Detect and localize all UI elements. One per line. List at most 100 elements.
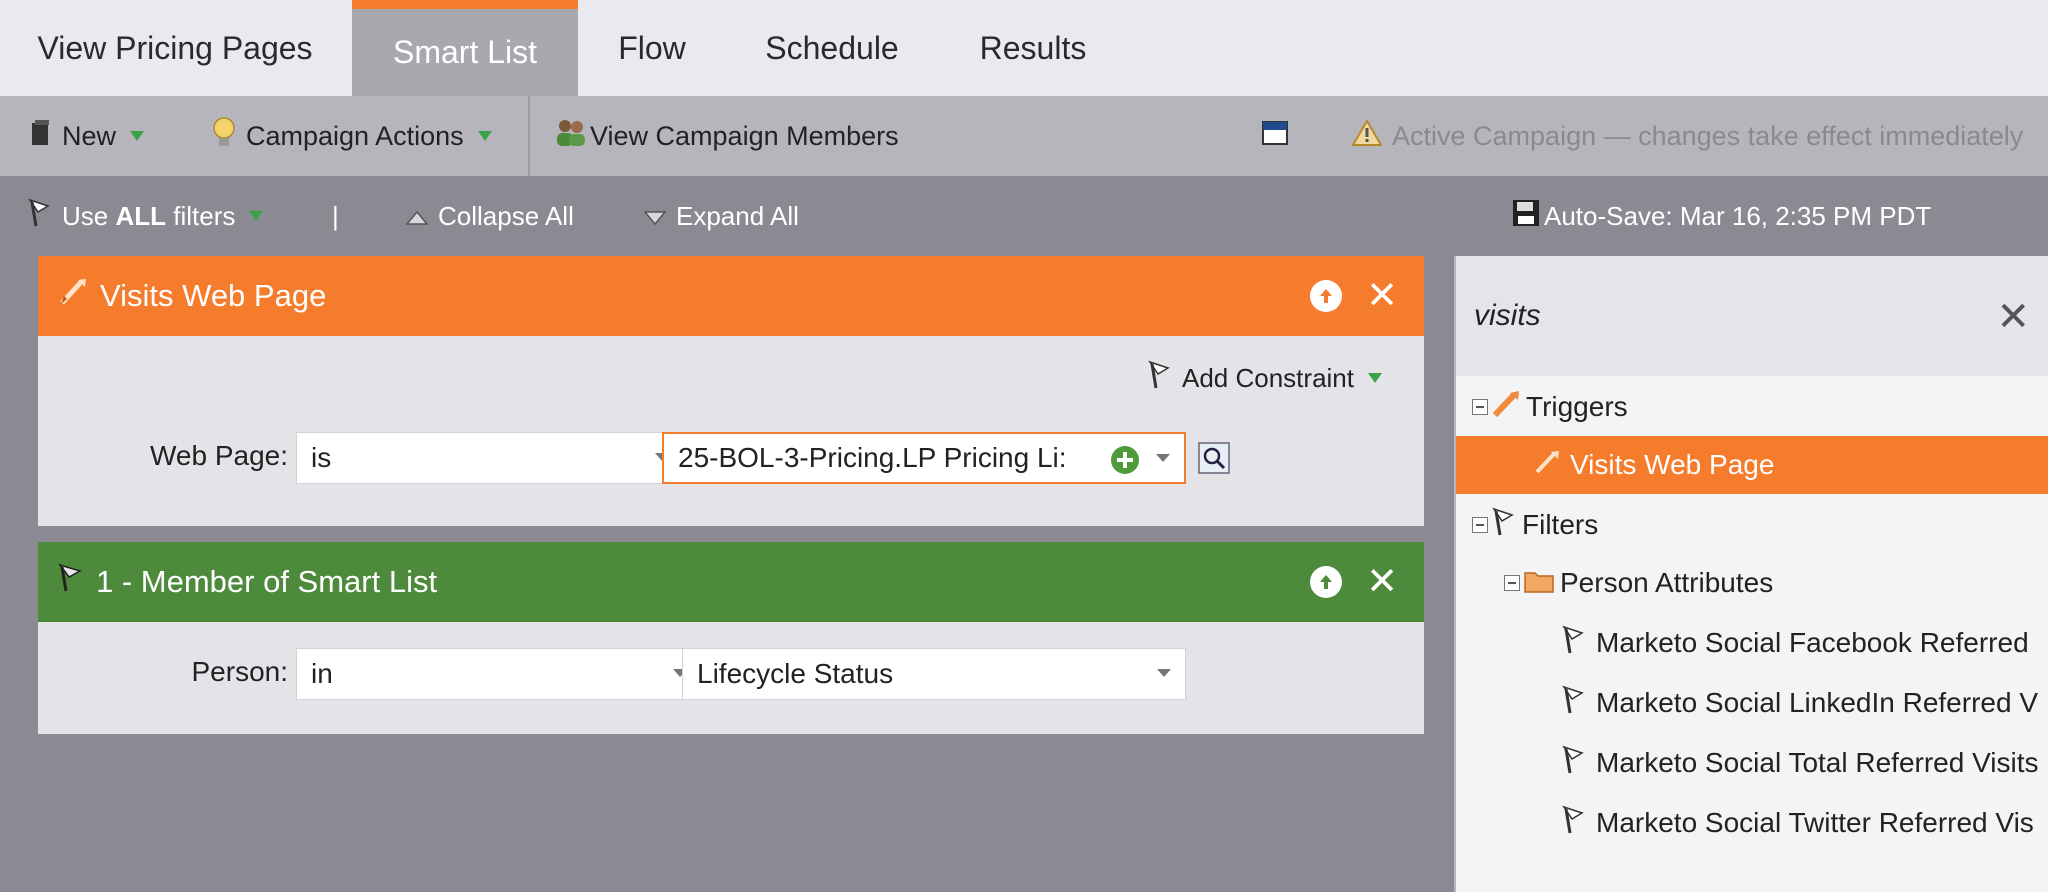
add-value-button[interactable]	[1110, 445, 1140, 482]
web-page-label: Web Page:	[149, 440, 288, 471]
tree-item-filter[interactable]: Marketo Social Facebook Referred	[1562, 614, 2029, 672]
window-button[interactable]	[1262, 96, 1288, 176]
campaign-actions-label: Campaign Actions	[246, 120, 464, 151]
filter-icon	[1148, 360, 1172, 397]
close-icon[interactable]: ✕	[1366, 277, 1398, 315]
chevron-down-icon	[1157, 669, 1171, 677]
chevron-down-icon	[477, 131, 492, 141]
person-operator-select[interactable]: in	[296, 648, 702, 700]
window-icon	[1262, 120, 1288, 152]
chevron-down-icon	[130, 131, 145, 141]
filter-item-label: Marketo Social Facebook Referred	[1596, 627, 2029, 658]
triggers-label: Triggers	[1526, 391, 1628, 422]
tab-label: Smart List	[392, 34, 538, 70]
collapse-toggle-icon[interactable]	[1472, 517, 1488, 533]
collapse-toggle-icon[interactable]	[1504, 575, 1520, 591]
filter-icon	[28, 198, 52, 235]
tree-node-person-attributes[interactable]: Person Attributes	[1504, 554, 1773, 612]
trigger-card-title: Visits Web Page	[100, 278, 327, 313]
tab-label: Schedule	[765, 29, 899, 66]
expand-all-label: Expand All	[676, 200, 799, 231]
collapse-toggle-icon[interactable]	[1472, 399, 1488, 415]
plus-circle-icon	[1111, 446, 1139, 474]
triangle-up-icon	[405, 201, 429, 232]
filter-card: 1 - Member of Smart List ✕ Person: in Li…	[38, 542, 1424, 734]
trigger-filter-panel: visits ✕ Triggers Visits Web Page Filter…	[1454, 256, 2048, 892]
warning-text: Active Campaign — changes take effect im…	[1392, 120, 2024, 151]
new-label: New	[62, 120, 117, 151]
filter-icon	[1492, 507, 1516, 544]
toolbar-divider	[528, 96, 530, 176]
filter-icon	[1562, 685, 1586, 722]
close-icon[interactable]: ✕	[1366, 563, 1398, 601]
panel-search-input[interactable]: visits ✕	[1456, 256, 2048, 376]
new-document-icon	[30, 119, 52, 154]
use-prefix: Use	[62, 200, 109, 231]
tab-schedule[interactable]: Schedule	[726, 0, 938, 96]
tab-flow[interactable]: Flow	[578, 0, 726, 96]
view-campaign-members-button[interactable]: View Campaign Members	[554, 96, 899, 176]
people-icon	[554, 118, 588, 155]
use-suffix: filters	[166, 200, 236, 231]
lookup-button[interactable]	[1198, 442, 1230, 479]
campaign-actions-button[interactable]: Campaign Actions	[212, 96, 492, 176]
person-value-select[interactable]: Lifecycle Status	[682, 648, 1186, 700]
view-campaign-members-label: View Campaign Members	[590, 120, 899, 151]
tree-item-filter[interactable]: Marketo Social Twitter Referred Vis	[1562, 794, 2034, 852]
toolbar: New Campaign Actions View Campaign Membe…	[0, 96, 2048, 176]
tab-results[interactable]: Results	[938, 0, 1128, 96]
trigger-card-header: Visits Web Page ✕	[38, 256, 1424, 336]
active-campaign-warning: Active Campaign — changes take effect im…	[1351, 96, 2024, 176]
tree-node-filters[interactable]: Filters	[1472, 496, 1598, 554]
trigger-item-label: Visits Web Page	[1570, 449, 1775, 480]
tree-node-triggers[interactable]: Triggers	[1472, 378, 1628, 436]
add-constraint-button[interactable]: Add Constraint	[1148, 358, 1382, 398]
collapse-all-label: Collapse All	[438, 200, 574, 231]
tree-item-filter[interactable]: Marketo Social Total Referred Visits	[1562, 734, 2039, 792]
tree-item-filter[interactable]: Marketo Social LinkedIn Referred V	[1562, 674, 2038, 732]
operator-value: is	[311, 442, 332, 473]
trigger-card-body: Add Constraint Web Page: is 25-BOL-3-Pri…	[38, 336, 1424, 526]
close-icon[interactable]: ✕	[1996, 294, 2030, 340]
use-filters-dropdown[interactable]: Use ALL filters	[28, 176, 264, 256]
filter-separator: |	[332, 200, 339, 231]
tab-view-pricing-pages[interactable]: View Pricing Pages	[0, 0, 350, 96]
chevron-down-icon	[1367, 373, 1382, 383]
person-value: Lifecycle Status	[697, 658, 894, 689]
triangle-down-icon	[643, 201, 667, 232]
tab-label: Results	[979, 29, 1087, 66]
trigger-icon	[58, 277, 88, 315]
tree-item-visits-web-page[interactable]: Visits Web Page	[1456, 436, 2048, 494]
arrow-up-icon	[1320, 289, 1333, 303]
arrow-up-icon	[1320, 575, 1333, 589]
expand-all-button[interactable]: Expand All	[643, 176, 799, 256]
web-page-value-select[interactable]: 25-BOL-3-Pricing.LP Pricing Li:	[662, 432, 1186, 484]
tab-smart-list[interactable]: Smart List	[352, 0, 578, 96]
trigger-icon	[1534, 449, 1560, 482]
new-button[interactable]: New	[30, 96, 145, 176]
tab-label: Flow	[618, 29, 686, 66]
web-page-value: 25-BOL-3-Pricing.LP Pricing Li:	[678, 442, 1067, 473]
filter-icon	[1562, 625, 1586, 662]
filter-card-actions: ✕	[1310, 542, 1398, 622]
auto-save-text: Auto-Save: Mar 16, 2:35 PM PDT	[1544, 200, 1932, 231]
move-up-button[interactable]	[1310, 280, 1343, 312]
collapse-all-button[interactable]: Collapse All	[405, 176, 574, 256]
move-up-button[interactable]	[1310, 566, 1343, 598]
web-page-operator-select[interactable]: is	[296, 432, 684, 484]
filter-icon	[1562, 805, 1586, 842]
filter-icon	[58, 563, 84, 601]
trigger-card-actions: ✕	[1310, 256, 1398, 336]
use-bold: ALL	[115, 200, 167, 231]
filter-item-label: Marketo Social LinkedIn Referred V	[1596, 687, 2038, 718]
auto-save-status: Auto-Save: Mar 16, 2:35 PM PDT	[1512, 176, 1931, 256]
trigger-card: Visits Web Page ✕ Add Constraint Web Pag…	[38, 256, 1424, 526]
filter-icon	[1562, 745, 1586, 782]
tab-label: View Pricing Pages	[37, 29, 313, 66]
person-attributes-label: Person Attributes	[1560, 567, 1774, 598]
filter-item-label: Marketo Social Twitter Referred Vis	[1596, 807, 2034, 838]
person-label: Person:	[191, 656, 289, 687]
filters-label: Filters	[1522, 509, 1599, 540]
warning-icon	[1351, 118, 1383, 154]
chevron-down-icon	[1156, 454, 1170, 462]
